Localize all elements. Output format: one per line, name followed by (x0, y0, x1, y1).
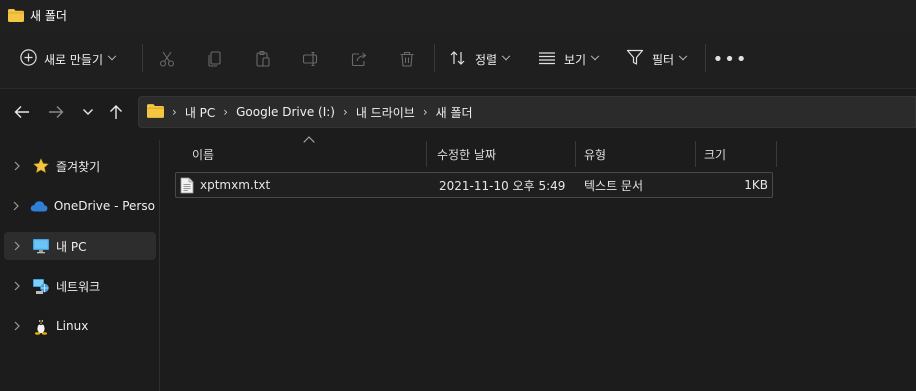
window-title: 새 폴더 (30, 8, 67, 23)
linux-icon (32, 317, 50, 335)
file-size: 1KB (744, 178, 768, 192)
copy-icon[interactable] (205, 49, 225, 69)
column-resize-handle[interactable] (426, 141, 427, 167)
sidebar-item-label: 네트워크 (56, 279, 101, 294)
filter-label: 필터 (652, 52, 675, 67)
sidebar-item-onedrive[interactable]: OneDrive - Persona (4, 192, 156, 220)
sort-icon (449, 50, 467, 69)
folder-icon (147, 103, 164, 121)
file-name: xptmxm.txt (200, 178, 271, 192)
more-options-button[interactable]: ••• (713, 49, 747, 70)
chevron-right-icon[interactable] (8, 201, 24, 211)
star-icon (32, 157, 50, 175)
breadcrumb-separator: › (223, 105, 229, 119)
network-icon (32, 277, 50, 295)
chevron-right-icon[interactable] (8, 161, 26, 171)
view-list-icon (538, 51, 556, 68)
toolbar-divider (142, 44, 143, 72)
sidebar-item-network[interactable]: 네트워크 (4, 272, 156, 300)
cut-icon[interactable] (157, 49, 177, 69)
column-header-type[interactable]: 유형 (576, 141, 694, 167)
recent-locations-chevron-icon[interactable] (77, 101, 99, 123)
monitor-icon (32, 237, 50, 255)
column-header-size[interactable]: 크기 (696, 141, 776, 167)
sidebar-item-favorites[interactable]: 즐겨찾기 (4, 152, 156, 180)
chevron-right-icon[interactable] (8, 241, 26, 251)
breadcrumb-new-folder[interactable]: 새 폴더 (436, 104, 473, 121)
back-arrow-icon[interactable] (11, 101, 33, 123)
view-label: 보기 (564, 52, 587, 67)
chevron-right-icon[interactable] (8, 281, 26, 291)
column-header-label: 유형 (584, 147, 607, 162)
chevron-down-icon (501, 51, 511, 61)
file-list: 이름 수정한 날짜 유형 크기 xptmxm.txt 2021-11-10 오후… (160, 135, 916, 391)
filter-icon (626, 49, 644, 69)
file-row[interactable]: xptmxm.txt 2021-11-10 오후 5:49 텍스트 문서 1KB (175, 172, 773, 198)
navigation-pane: 즐겨찾기 OneDrive - Persona 내 PC 네트워크 Linux (0, 135, 160, 391)
address-bar[interactable]: › 내 PC › Google Drive (I:) › 내 드라이브 › 새 … (138, 96, 916, 128)
chevron-right-icon[interactable] (8, 321, 26, 331)
plus-circle-icon (20, 49, 37, 69)
sidebar-item-label: Linux (56, 319, 89, 333)
sidebar-item-label: 즐겨찾기 (56, 159, 101, 174)
command-bar: 새로 만들기 정렬 보기 필터 ••• (0, 30, 916, 88)
sort-button[interactable]: 정렬 (443, 44, 515, 74)
sidebar-item-label: 내 PC (56, 239, 87, 254)
breadcrumb-separator: › (343, 105, 348, 119)
column-header-name[interactable]: 이름 (184, 141, 424, 167)
file-modified-date: 2021-11-10 오후 5:49 (439, 178, 566, 193)
new-button[interactable]: 새로 만들기 (12, 44, 123, 74)
breadcrumb-separator: › (172, 105, 177, 119)
up-arrow-icon[interactable] (105, 101, 127, 123)
cloud-icon (30, 197, 48, 215)
chevron-down-icon (678, 51, 688, 61)
filter-button[interactable]: 필터 (620, 44, 692, 74)
column-header-label: 이름 (192, 147, 215, 162)
folder-icon (8, 8, 24, 22)
sidebar-item-my-pc[interactable]: 내 PC (4, 232, 156, 260)
sidebar-item-linux[interactable]: Linux (4, 312, 156, 340)
toolbar-divider (434, 44, 435, 72)
breadcrumb-my-drive[interactable]: 내 드라이브 (356, 104, 415, 121)
column-header-label: 크기 (704, 147, 727, 162)
chevron-down-icon (590, 51, 600, 61)
column-header-modified[interactable]: 수정한 날짜 (429, 141, 575, 167)
rename-icon[interactable] (301, 49, 321, 69)
toolbar-divider (705, 44, 706, 72)
column-resize-handle[interactable] (776, 141, 777, 167)
file-type: 텍스트 문서 (584, 178, 644, 193)
sidebar-item-label: OneDrive - Persona (53, 199, 156, 213)
column-header-label: 수정한 날짜 (437, 147, 497, 162)
forward-arrow-icon[interactable] (45, 101, 67, 123)
delete-icon[interactable] (397, 49, 417, 69)
text-file-icon (180, 173, 194, 197)
new-button-label: 새로 만들기 (44, 52, 104, 67)
sort-label: 정렬 (475, 52, 498, 67)
paste-icon[interactable] (253, 49, 273, 69)
breadcrumb-separator: › (422, 105, 428, 119)
chevron-down-icon (107, 51, 117, 61)
breadcrumb-my-pc[interactable]: 내 PC (185, 104, 215, 121)
title-bar: 새 폴더 (0, 0, 916, 30)
breadcrumb-google-drive[interactable]: Google Drive (I:) (236, 105, 335, 119)
view-button[interactable]: 보기 (532, 44, 604, 74)
share-icon[interactable] (349, 49, 369, 69)
